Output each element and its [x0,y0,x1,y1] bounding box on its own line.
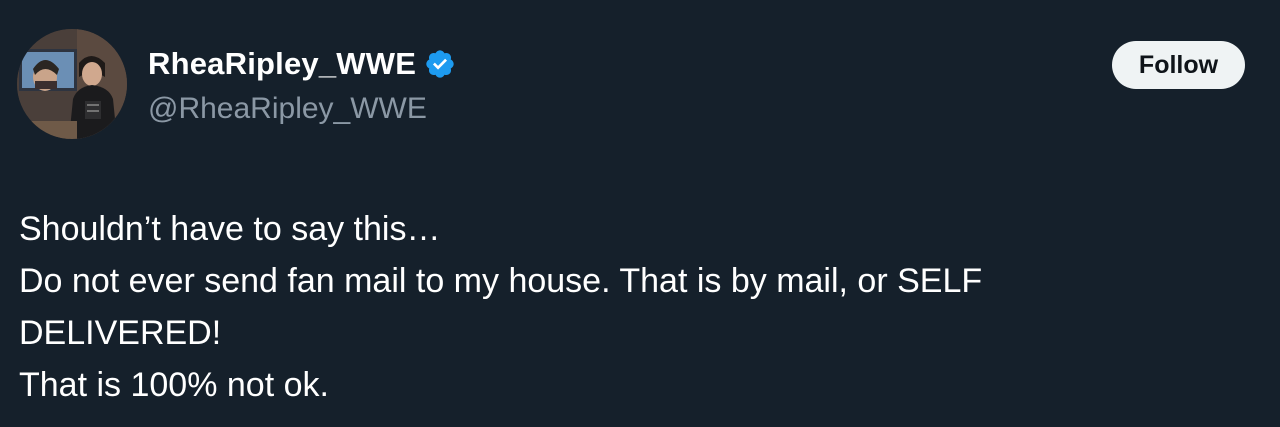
handle[interactable]: @RheaRipley_WWE [148,92,456,126]
tweet-text: Shouldn’t have to say this… Do not ever … [19,203,1239,411]
display-name[interactable]: RheaRipley_WWE [148,46,416,82]
author-block: RheaRipley_WWE @RheaRipley_WWE [148,44,456,126]
avatar[interactable] [17,29,127,139]
tweet-card: RheaRipley_WWE @RheaRipley_WWE Follow Sh… [0,0,1280,427]
name-row: RheaRipley_WWE [148,44,456,84]
avatar-photo [17,29,127,139]
tweet-text-line: That is 100% not ok. [19,366,329,404]
verified-badge-icon [424,48,456,80]
follow-button[interactable]: Follow [1112,41,1245,89]
tweet-text-line: DELIVERED! [19,314,222,352]
tweet-text-line: Do not ever send fan mail to my house. T… [19,262,983,300]
tweet-text-line: Shouldn’t have to say this… [19,210,441,248]
